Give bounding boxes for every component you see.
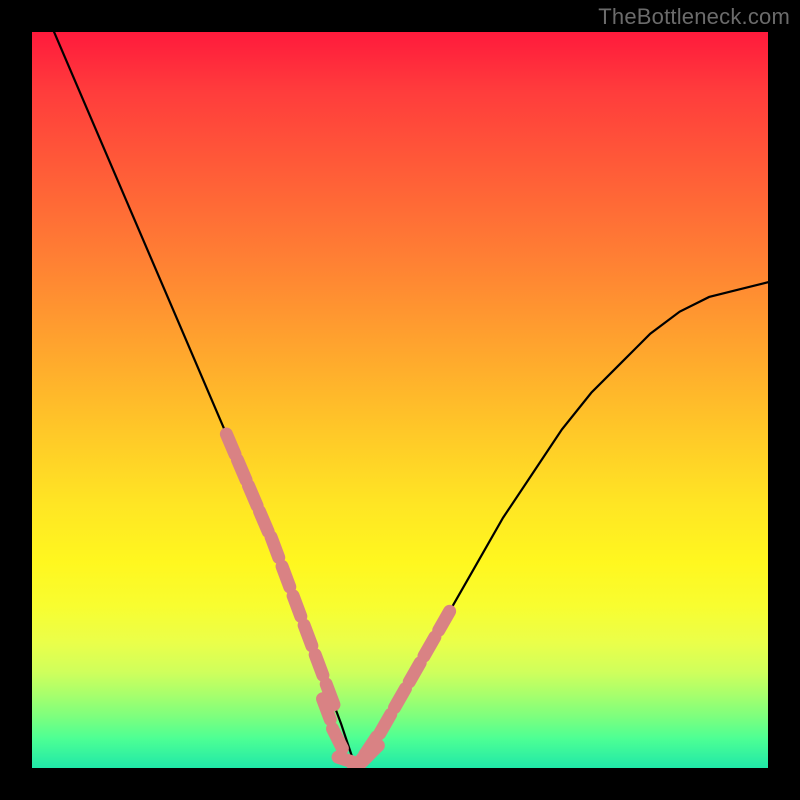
segment-highlight-bottom: [333, 729, 343, 749]
segment-highlight-left: [315, 655, 323, 676]
segment-highlight-right: [439, 611, 450, 630]
segment-highlight-left: [237, 460, 246, 480]
segment-highlight-left: [248, 486, 257, 506]
segment-highlight-right: [409, 663, 420, 682]
segment-highlight-right: [380, 714, 391, 733]
watermark-text: TheBottleneck.com: [598, 4, 790, 30]
segment-highlight-left: [260, 511, 269, 531]
segment-highlight-right: [424, 637, 435, 656]
plot-svg: [32, 32, 768, 768]
segment-highlight-bottom: [323, 699, 331, 720]
segment-highlight-left: [271, 537, 279, 558]
segment-highlight-left: [293, 596, 301, 617]
segment-highlight-left: [226, 434, 235, 454]
segment-highlight-left: [282, 566, 290, 587]
chart-stage: TheBottleneck.com: [0, 0, 800, 800]
segment-highlight-right: [395, 689, 406, 708]
plot-area: [32, 32, 768, 768]
series-bottleneck-curve: [54, 32, 768, 768]
segment-highlight-left: [304, 625, 312, 646]
